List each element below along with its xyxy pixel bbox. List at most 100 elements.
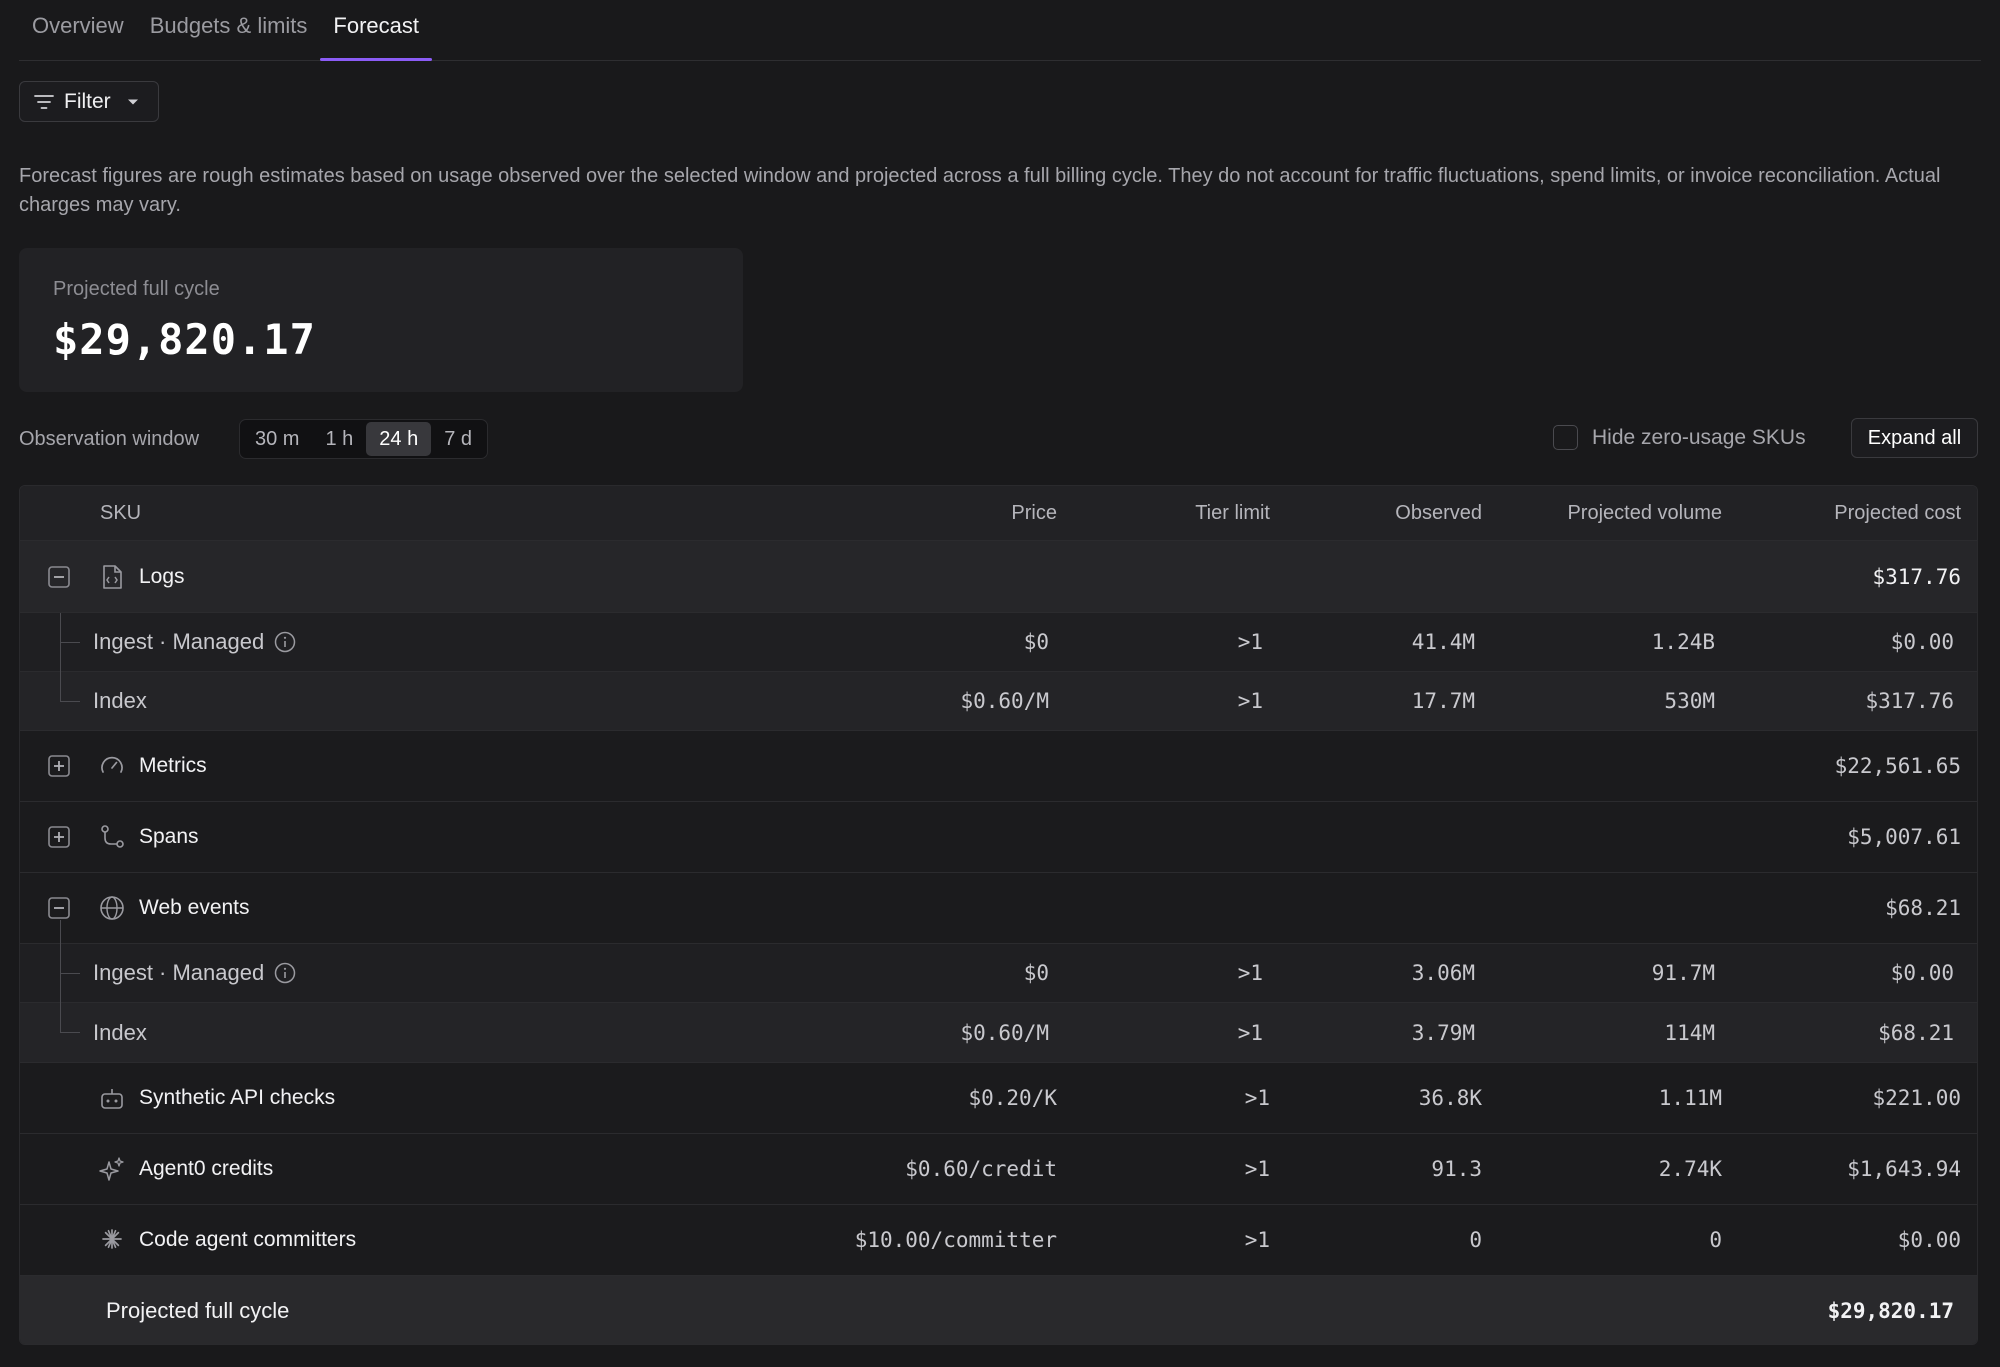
projected-cost: $68.21 <box>1878 1020 1954 1045</box>
projected-cost: $5,007.61 <box>1847 825 1961 849</box>
projected-volume: 530M <box>1664 689 1715 713</box>
sku-row-code-agent-committers: Code agent committers $10.00/committer >… <box>20 1205 1977 1276</box>
card-label: Projected full cycle <box>53 278 220 300</box>
table-row: Ingest · Managed $0 >1 3.06M 91.7M $0.00 <box>20 944 1977 1003</box>
projected-volume: 1.11M <box>1658 1086 1722 1110</box>
sku-row-synthetic-api-checks: Synthetic API checks $0.20/K >1 36.8K 1.… <box>20 1063 1977 1134</box>
table-row: Ingest · Managed $0 >1 41.4M 1.24B $0.00 <box>20 613 1977 672</box>
tree-connector <box>60 973 80 974</box>
sku-name: Ingest · Managed <box>93 944 296 1002</box>
tier-limit: >1 <box>1237 961 1263 985</box>
header-projected-cost: Projected cost <box>1834 501 1961 524</box>
burst-icon <box>102 1229 122 1249</box>
observed: 91.3 <box>1431 1157 1482 1181</box>
sku-name-text: Ingest · Managed <box>93 629 265 654</box>
tier-limit: >1 <box>1237 689 1263 713</box>
log-file-icon <box>103 565 122 589</box>
filter-label: Filter <box>64 89 111 113</box>
window-option-30m[interactable]: 30 m <box>242 422 312 456</box>
table-total-row: Projected full cycle $29,820.17 <box>20 1276 1977 1344</box>
info-icon[interactable] <box>274 631 296 653</box>
tree-connector <box>60 642 80 643</box>
tab-budgets-limits[interactable]: Budgets & limits <box>137 0 321 60</box>
collapse-icon[interactable] <box>48 897 70 919</box>
price: $0.60/credit <box>905 1157 1057 1181</box>
observation-window-selector: 30 m 1 h 24 h 7 d <box>239 419 489 459</box>
price: $0.20/K <box>968 1086 1057 1110</box>
projected-volume: 91.7M <box>1651 961 1715 985</box>
projected-cycle-card: Projected full cycle $29,820.17 <box>19 248 743 392</box>
sku-name: Index <box>93 688 147 713</box>
tree-connector <box>60 701 80 702</box>
projected-cost: $221.00 <box>1872 1086 1961 1110</box>
total-label: Projected full cycle <box>106 1298 290 1323</box>
header-tier-limit: Tier limit <box>1195 501 1270 524</box>
collapse-icon[interactable] <box>48 566 70 588</box>
sku-name: Web events <box>139 896 250 919</box>
tab-forecast[interactable]: Forecast <box>320 0 432 61</box>
header-observed: Observed <box>1395 501 1482 524</box>
projected-volume: 114M <box>1664 1020 1715 1045</box>
sku-name: Index <box>93 1019 147 1045</box>
observed: 41.4M <box>1411 630 1475 654</box>
sku-name: Ingest · Managed <box>93 613 296 671</box>
forecast-table: SKU Price Tier limit Observed Projected … <box>19 485 1978 1345</box>
card-value: $29,820.17 <box>53 315 316 364</box>
observed: 0 <box>1469 1228 1482 1252</box>
tab-bar: Overview Budgets & limits Forecast <box>19 0 1981 61</box>
observed: 17.7M <box>1411 689 1475 713</box>
projected-cost: $0.00 <box>1897 1228 1961 1252</box>
projected-cost: $317.76 <box>1872 564 1961 589</box>
globe-icon <box>100 896 124 920</box>
filter-button[interactable]: Filter <box>19 81 159 122</box>
tree-connector <box>60 920 61 944</box>
price: $0.60/M <box>960 1020 1049 1045</box>
tab-overview[interactable]: Overview <box>19 0 137 60</box>
projected-cost: $0.00 <box>1890 961 1954 985</box>
tier-limit: >1 <box>1244 1228 1270 1252</box>
table-header: SKU Price Tier limit Observed Projected … <box>20 486 1977 541</box>
window-option-24h[interactable]: 24 h <box>366 422 432 456</box>
hide-zero-checkbox[interactable] <box>1553 425 1578 450</box>
sku-name: Spans <box>139 825 199 848</box>
observed: 3.79M <box>1411 1020 1475 1045</box>
projected-volume: 2.74K <box>1658 1157 1722 1181</box>
observed: 36.8K <box>1418 1086 1482 1110</box>
projected-volume: 1.24B <box>1651 630 1715 654</box>
hide-zero-usage-toggle[interactable]: Hide zero-usage SKUs <box>1553 425 1806 450</box>
tier-limit: >1 <box>1237 1020 1263 1045</box>
projected-cost: $22,561.65 <box>1834 754 1961 778</box>
sku-group-metrics[interactable]: Metrics $22,561.65 <box>20 731 1977 802</box>
price: $0.60/M <box>960 689 1049 713</box>
caret-down-icon <box>127 99 138 104</box>
sku-row-agent0-credits: Agent0 credits $0.60/credit >1 91.3 2.74… <box>20 1134 1977 1205</box>
total-cost: $29,820.17 <box>1827 1299 1954 1323</box>
observation-window-label: Observation window <box>19 428 200 450</box>
expand-icon[interactable] <box>48 755 70 777</box>
projected-cost: $0.00 <box>1890 630 1954 654</box>
window-option-1h[interactable]: 1 h <box>312 422 366 456</box>
sku-name: Synthetic API checks <box>139 1086 336 1109</box>
price: $10.00/committer <box>854 1228 1057 1252</box>
observed: 3.06M <box>1411 961 1475 985</box>
sku-group-web-events[interactable]: Web events $68.21 <box>20 873 1977 944</box>
route-icon <box>101 825 124 848</box>
sku-group-spans[interactable]: Spans $5,007.61 <box>20 802 1977 873</box>
gauge-icon <box>101 756 123 773</box>
hide-zero-label: Hide zero-usage SKUs <box>1592 425 1806 449</box>
price: $0 <box>1023 961 1049 985</box>
robot-icon <box>101 1089 123 1109</box>
projected-volume: 0 <box>1709 1228 1722 1252</box>
table-row: Index $0.60/M >1 17.7M 530M $317.76 <box>20 672 1977 731</box>
expand-icon[interactable] <box>48 826 70 848</box>
sku-group-logs[interactable]: Logs $317.76 <box>20 541 1977 613</box>
table-row: Index $0.60/M >1 3.79M 114M $68.21 <box>20 1003 1977 1063</box>
expand-all-button[interactable]: Expand all <box>1851 418 1978 458</box>
sku-name: Code agent committers <box>139 1228 357 1251</box>
tree-connector <box>60 1032 80 1033</box>
header-sku: SKU <box>100 501 142 524</box>
info-icon[interactable] <box>274 962 296 984</box>
window-option-7d[interactable]: 7 d <box>431 422 485 456</box>
sku-name: Metrics <box>139 754 207 777</box>
projected-cost: $68.21 <box>1885 896 1961 920</box>
